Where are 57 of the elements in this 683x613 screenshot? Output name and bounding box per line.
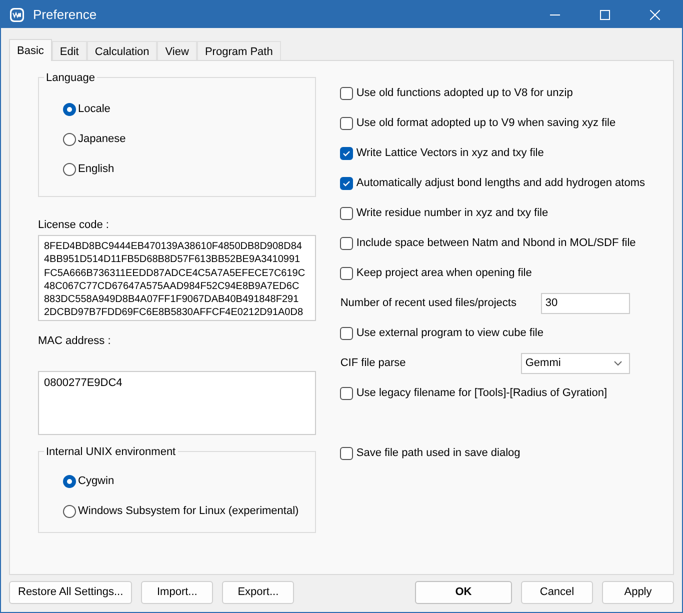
group-title: Language	[44, 70, 97, 86]
radio-label: Cygwin	[78, 474, 114, 489]
checkbox[interactable]	[340, 236, 354, 250]
tab[interactable]: Edit	[52, 41, 87, 60]
button[interactable]: Apply	[602, 580, 674, 604]
checkbox-label: Use external program to view cube file	[356, 326, 544, 341]
button[interactable]: Export...	[222, 580, 294, 604]
radio-label: English	[78, 162, 114, 177]
checkbox[interactable]	[340, 146, 354, 160]
checkmark-icon	[342, 178, 352, 188]
checkbox-label: Use legacy filename for [Tools]-[Radius of Gyration]	[356, 386, 608, 401]
mac-address-field[interactable]: 0800277E9DC4	[38, 371, 316, 435]
maximize-icon[interactable]	[600, 10, 610, 20]
checkbox-label: Use old functions adopted up to V8 for unzip	[356, 86, 573, 101]
radio-button[interactable]	[63, 504, 76, 518]
button[interactable]: Cancel	[521, 580, 593, 604]
checkbox[interactable]	[340, 446, 354, 460]
number-field[interactable]: 30	[541, 292, 630, 314]
checkbox[interactable]	[340, 206, 354, 220]
tab[interactable]: View	[157, 41, 197, 60]
checkbox-label: Write Lattice Vectors in xyz and txy file	[356, 146, 544, 161]
button[interactable]: OK	[415, 580, 512, 604]
checkbox[interactable]	[340, 176, 354, 190]
field-label: License code :	[38, 218, 110, 233]
checkbox[interactable]	[340, 386, 354, 400]
radio-button[interactable]	[63, 162, 76, 176]
window-title: Preference	[33, 6, 97, 24]
radio-label: Japanese	[78, 132, 126, 147]
radio-label: Locale	[78, 102, 110, 117]
checkbox-label: Write residue number in xyz and txy file	[356, 206, 548, 221]
button[interactable]: Import...	[141, 580, 214, 604]
chevron-down-icon	[614, 360, 622, 366]
checkbox[interactable]	[340, 86, 354, 100]
tab[interactable]: Calculation	[86, 41, 158, 60]
app-icon	[9, 6, 25, 22]
checkbox-label: Include space between Natm and Nbond in MOL/SDF file	[356, 236, 636, 251]
checkmark-icon	[342, 148, 352, 158]
radio-button[interactable]	[63, 102, 76, 116]
checkbox-label: Use old format adopted up to V9 when saving xyz file	[356, 116, 616, 131]
field-label: MAC address :	[38, 334, 112, 349]
checkbox-label: Save file path used in save dialog	[356, 446, 520, 461]
checkbox[interactable]	[340, 326, 354, 340]
checkbox[interactable]	[340, 116, 354, 130]
tab[interactable]: Program Path	[196, 41, 281, 60]
checkbox-label: Automatically adjust bond lengths and add hydrogen atoms	[356, 176, 645, 191]
close-icon[interactable]	[650, 10, 660, 20]
radio-button[interactable]	[63, 132, 76, 146]
checkbox[interactable]	[340, 266, 354, 280]
checkbox-label: Keep project area when opening file	[356, 266, 532, 281]
tab[interactable]: Basic	[9, 39, 52, 61]
license-code-field[interactable]: 8FED4BD8BC9444EB470139A38610F4850DB8D908D84 4BB951D514D11FB5D68B8D57F613BB52BE9A3410991 FC5A666B736311EEDD87ADCE4C5A7A5EFECE7C619C 48C067C77CD67647A575AAD984F52C94E8B9A7ED6C 883DC558A949D8B4A07FF1F9067DAB40B491848F291 2DCBD97B7FDD69FC6E8B5830AFFCF4E0212D91A0D8	[38, 235, 316, 321]
dropdown[interactable]: Gemmi	[521, 352, 630, 374]
button[interactable]: Restore All Settings...	[9, 580, 132, 604]
radio-label: Windows Subsystem for Linux (experimental)	[78, 504, 299, 519]
field-label: CIF file parse	[340, 356, 407, 371]
radio-button[interactable]	[63, 474, 76, 488]
field-label: Number of recent used files/projects	[340, 296, 518, 311]
